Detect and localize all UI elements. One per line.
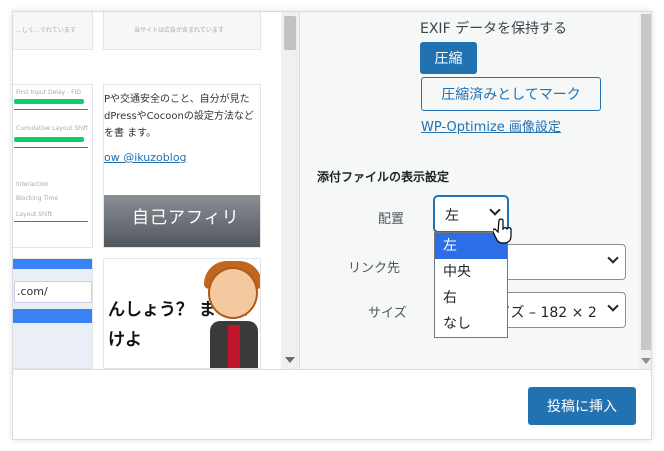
thumbnail-text: Pや交通安全のこと、自分が見た dPressやCocoonの設定方法などを書 ま… xyxy=(104,94,254,139)
display-settings-title: 添付ファイルの表示設定 xyxy=(317,170,450,184)
chevron-down-icon xyxy=(489,204,501,216)
size-label: サイズ xyxy=(368,306,407,321)
chevron-down-icon xyxy=(607,252,619,264)
sidebar-scrollbar[interactable] xyxy=(639,12,651,369)
thumbnail-link: ow @ikuzoblog xyxy=(104,151,187,164)
align-select-value: 左 xyxy=(445,208,459,224)
media-thumbnail[interactable]: んしょう？ まっとけよ xyxy=(103,258,261,369)
banner-text: 自己アフィリ xyxy=(132,208,240,228)
chevron-down-icon xyxy=(607,300,619,312)
size-select-value: イズ – 182 × 2 xyxy=(497,305,597,321)
media-thumbnail[interactable]: First Input Delay - FID Cumulative Layou… xyxy=(13,84,93,248)
align-label: 配置 xyxy=(378,212,405,227)
divider xyxy=(14,221,88,222)
insert-into-post-button[interactable]: 投稿に挿入 xyxy=(528,387,636,425)
align-option-none[interactable]: なし xyxy=(435,311,507,337)
thumbnail-caption: …しく…でれています xyxy=(16,27,76,34)
attachment-details-sidebar: EXIF データを保持する 圧縮 圧縮済みとしてマーク WP-Optimize … xyxy=(299,12,651,369)
thumbnail-text: Cumulative Layout Shift xyxy=(16,125,89,132)
thumbnail-header-bar xyxy=(13,259,92,269)
thumbnail-url: .com/ xyxy=(14,281,92,303)
scrollbar-thumb[interactable] xyxy=(284,16,296,50)
media-thumbnail[interactable]: .com/ xyxy=(13,258,93,369)
thumbnail-text: Layout Shift xyxy=(16,211,52,218)
character-face xyxy=(208,267,258,319)
metric-bar xyxy=(14,99,84,104)
image-settings-link[interactable]: WP-Optimize 画像設定 xyxy=(421,116,561,135)
compress-button[interactable]: 圧縮 xyxy=(420,42,477,74)
media-grid: …しく…でれています 当サイトは広告が含まれています First Input D… xyxy=(13,12,299,369)
metric-bar xyxy=(14,137,84,142)
media-modal: …しく…でれています 当サイトは広告が含まれています First Input D… xyxy=(12,11,652,440)
scroll-down-arrow-icon[interactable] xyxy=(641,358,651,364)
thumbnail-caption: 当サイトは広告が含まれています xyxy=(134,27,224,34)
link-to-label: リンク先 xyxy=(348,261,401,276)
thumbnail-text: Blocking Time xyxy=(16,195,59,202)
thumbnail-text: First Input Delay - FID xyxy=(16,89,82,96)
hand-pointer-icon xyxy=(493,218,512,244)
grid-scrollbar[interactable] xyxy=(281,12,299,369)
exif-label: EXIF データを保持する xyxy=(420,21,568,37)
scrollbar-thumb[interactable] xyxy=(641,14,651,350)
align-option-right[interactable]: 右 xyxy=(435,285,507,311)
mark-compressed-button[interactable]: 圧縮済みとしてマーク xyxy=(421,77,601,111)
media-thumbnail[interactable]: …しく…でれています xyxy=(13,12,93,50)
align-dropdown-list: 左 中央 右 なし xyxy=(434,232,508,338)
media-thumbnail[interactable]: Pや交通安全のこと、自分が見た dPressやCocoonの設定方法などを書 ま… xyxy=(103,84,261,248)
thumbnail-bar xyxy=(13,309,92,323)
modal-toolbar: 投稿に挿入 xyxy=(13,369,651,439)
character-shirt xyxy=(228,325,240,368)
thumbnail-banner: 自己アフィリ xyxy=(104,195,260,247)
divider xyxy=(14,109,88,110)
scroll-down-arrow-icon[interactable] xyxy=(285,357,295,363)
align-option-center[interactable]: 中央 xyxy=(435,259,507,285)
divider xyxy=(14,147,88,148)
media-thumbnail[interactable]: 当サイトは広告が含まれています xyxy=(103,12,261,50)
thumbnail-text: Interaction xyxy=(16,181,49,188)
